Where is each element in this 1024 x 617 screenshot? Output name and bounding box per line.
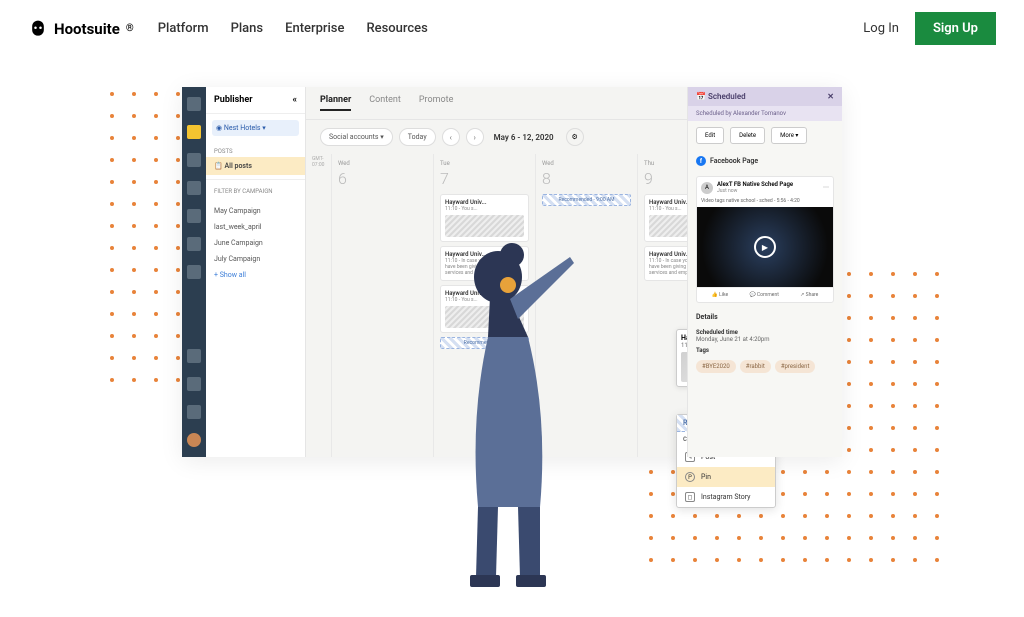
recommended-slot[interactable]: Recommended - ... xyxy=(440,337,529,349)
edit-button[interactable]: Edit xyxy=(696,127,724,144)
like-button[interactable]: 👍 Like xyxy=(712,292,729,298)
rail-icon[interactable] xyxy=(187,181,201,195)
filter-label: FILTER BY CAMPAIGN xyxy=(206,179,305,203)
tag[interactable]: #president xyxy=(775,360,816,373)
day-column: Wed8 Recommended - 9:00 AM xyxy=(536,154,638,457)
details-header: Details xyxy=(688,307,842,327)
rail-icon[interactable] xyxy=(187,209,201,223)
logo-text: Hootsuite xyxy=(54,20,120,38)
rail-icon[interactable] xyxy=(187,237,201,251)
nav-enterprise[interactable]: Enterprise xyxy=(285,21,344,36)
day-column: Tue7 Hayward Univ...11:10 - You s... Hay… xyxy=(434,154,536,457)
rail-icon[interactable] xyxy=(187,153,201,167)
rail-icon[interactable] xyxy=(187,349,201,363)
today-button[interactable]: Today xyxy=(399,128,436,146)
sidebar-title: Publisher xyxy=(214,95,253,105)
hero: Publisher « ◉ Nest Hotels ▾ POSTS 📋 All p… xyxy=(0,57,1024,597)
collapse-icon[interactable]: « xyxy=(293,95,298,105)
rail-icon[interactable] xyxy=(187,97,201,111)
rail-icon-publisher[interactable] xyxy=(187,125,201,139)
more-icon[interactable]: ⋯ xyxy=(823,184,829,191)
tags: #BYE2020 #rabbit #president xyxy=(688,356,842,377)
post-card[interactable]: Hayward Univ...11:10 - In case you misse… xyxy=(440,246,529,281)
tag[interactable]: #BYE2020 xyxy=(696,360,736,373)
left-rail xyxy=(182,87,206,457)
scheduled-by: Scheduled by Alexander Tomanov xyxy=(688,106,842,121)
top-nav: Hootsuite® Platform Plans Enterprise Res… xyxy=(0,0,1024,57)
posts-label: POSTS xyxy=(206,142,305,157)
signup-button[interactable]: Sign Up xyxy=(915,12,996,45)
create-pin-option[interactable]: PPin xyxy=(677,467,775,487)
logo[interactable]: Hootsuite® xyxy=(28,19,134,39)
more-button[interactable]: More ▾ xyxy=(771,127,807,144)
rail-icon[interactable] xyxy=(187,265,201,279)
post-card[interactable]: Hayward Univ...11:10 - You s... xyxy=(440,194,529,242)
gear-icon[interactable]: ⚙ xyxy=(566,128,584,146)
next-button[interactable]: › xyxy=(466,128,484,146)
campaign-item[interactable]: May Campaign xyxy=(206,203,305,219)
campaign-item[interactable]: July Campaign xyxy=(206,251,305,267)
rail-icon-help[interactable] xyxy=(187,405,201,419)
timezone-label: GMT-07:00 xyxy=(306,154,331,170)
fb-section: fFacebook Page xyxy=(688,150,842,172)
owl-icon xyxy=(28,19,48,39)
account-select[interactable]: ◉ Nest Hotels ▾ xyxy=(212,120,299,136)
nav-resources[interactable]: Resources xyxy=(366,21,427,36)
rail-icon[interactable] xyxy=(187,377,201,391)
rail-icon-avatar[interactable] xyxy=(187,433,201,447)
close-icon[interactable]: ✕ xyxy=(827,92,834,101)
comment-button[interactable]: 💬 Comment xyxy=(749,292,778,298)
video-preview[interactable]: ▶ xyxy=(697,207,833,287)
sidebar: Publisher « ◉ Nest Hotels ▾ POSTS 📋 All p… xyxy=(206,87,306,457)
recommended-slot[interactable]: Recommended - 9:00 AM xyxy=(542,194,631,206)
tab-content[interactable]: Content xyxy=(369,95,401,111)
login-link[interactable]: Log In xyxy=(863,21,899,36)
post-card[interactable]: Hayward Univ...11:10 - You s... xyxy=(440,285,529,333)
create-story-option[interactable]: ◻Instagram Story xyxy=(677,487,775,507)
date-range: May 6 - 12, 2020 xyxy=(494,133,554,142)
nav-platform[interactable]: Platform xyxy=(158,21,209,36)
post-caption: Video tags native school - sched - 5:56 … xyxy=(697,198,833,207)
tab-promote[interactable]: Promote xyxy=(419,95,454,111)
show-all-link[interactable]: + Show all xyxy=(206,267,305,283)
campaign-item[interactable]: June Campaign xyxy=(206,235,305,251)
delete-button[interactable]: Delete xyxy=(730,127,765,144)
day-column: Wed6 xyxy=(332,154,434,457)
app-screenshot: Publisher « ◉ Nest Hotels ▾ POSTS 📋 All p… xyxy=(182,87,842,457)
post-preview: A AlexT FB Native Sched PageJust now ⋯ V… xyxy=(696,176,834,303)
details-panel: 📅 Scheduled✕ Scheduled by Alexander Toma… xyxy=(687,87,842,457)
avatar: A xyxy=(701,182,713,194)
play-icon: ▶ xyxy=(754,236,776,258)
tag[interactable]: #rabbit xyxy=(740,360,771,373)
instagram-icon: ◻ xyxy=(685,492,695,502)
sidebar-all-posts[interactable]: 📋 All posts xyxy=(206,157,305,175)
prev-button[interactable]: ‹ xyxy=(442,128,460,146)
social-accounts-dropdown[interactable]: Social accounts ▾ xyxy=(320,128,393,146)
pinterest-icon: P xyxy=(685,472,695,482)
facebook-icon: f xyxy=(696,156,706,166)
campaign-item[interactable]: last_week_april xyxy=(206,219,305,235)
tab-planner[interactable]: Planner xyxy=(320,95,351,111)
share-button[interactable]: ↗ Share xyxy=(800,292,818,298)
nav-plans[interactable]: Plans xyxy=(231,21,264,36)
